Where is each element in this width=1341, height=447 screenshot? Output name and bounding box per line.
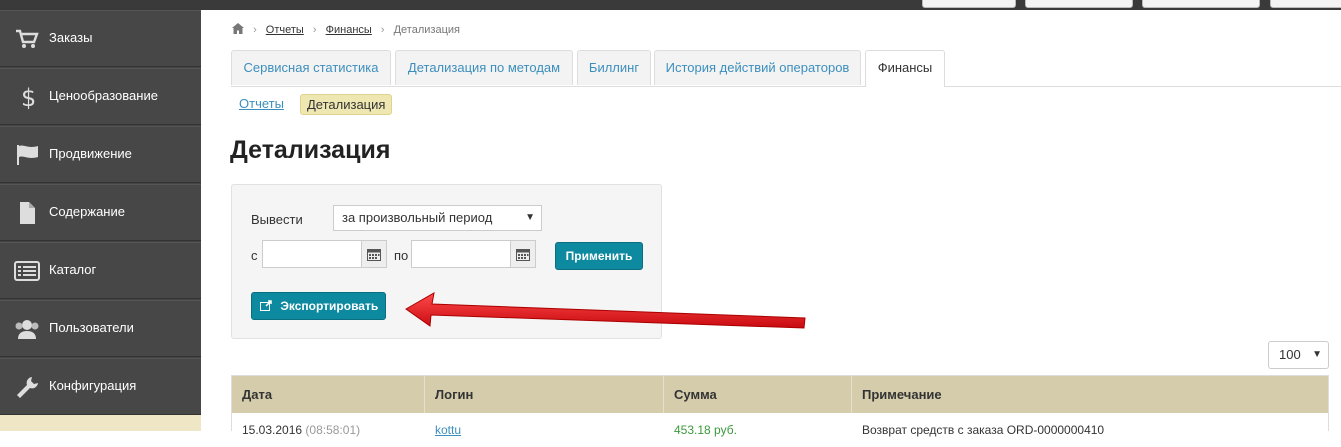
column-header-note[interactable]: Примечание xyxy=(852,376,1328,413)
row-note: Возврат средств с заказа ORD-0000000410 xyxy=(862,423,1105,437)
sidebar-item-label: Каталог xyxy=(49,262,97,277)
calendar-icon[interactable] xyxy=(361,240,387,268)
tab-service-stats[interactable]: Сервисная статистика xyxy=(231,50,391,85)
wrench-icon xyxy=(14,375,40,399)
sidebar-item-label: Пользователи xyxy=(49,320,134,335)
sidebar-item-label: Ценообразование xyxy=(49,88,158,103)
breadcrumb-link-finance[interactable]: Финансы xyxy=(326,24,372,36)
row-time: (08:58:01) xyxy=(305,423,361,437)
apply-button[interactable]: Применить xyxy=(555,242,643,270)
per-page-value: 100 xyxy=(1279,347,1301,362)
sidebar-item-active[interactable] xyxy=(0,415,201,431)
sidebar-item-orders[interactable]: Заказы xyxy=(0,10,201,67)
sidebar-item-label: Продвижение xyxy=(49,146,132,161)
users-icon xyxy=(14,317,40,341)
tab-billing[interactable]: Биллинг xyxy=(577,50,651,85)
period-select[interactable]: за произвольный период ▼ xyxy=(333,205,542,231)
cart-icon xyxy=(14,27,40,51)
row-login-link[interactable]: kottu xyxy=(435,423,461,437)
sidebar-item-configuration[interactable]: Конфигурация xyxy=(0,358,201,415)
chevron-down-icon: ▼ xyxy=(525,212,535,223)
list-icon xyxy=(14,259,40,283)
per-page-select[interactable]: 100 ▼ xyxy=(1268,341,1329,369)
to-label: по xyxy=(394,248,409,263)
sidebar-item-users[interactable]: Пользователи xyxy=(0,300,201,357)
sidebar-item-pricing[interactable]: $ Ценообразование xyxy=(0,68,201,125)
top-bar xyxy=(0,0,1341,10)
top-button[interactable] xyxy=(1025,0,1133,8)
column-header-login[interactable]: Логин xyxy=(425,376,664,413)
finance-table: Дата Логин Сумма Примечание 15.03.2016 (… xyxy=(231,375,1329,437)
subnav-reports-link[interactable]: Отчеты xyxy=(239,96,284,111)
table-cell-date: 15.03.2016 (08:58:01) xyxy=(232,413,425,437)
export-button[interactable]: Экспортировать xyxy=(251,292,386,320)
sidebar-item-label: Содержание xyxy=(49,204,125,219)
sidebar-item-content[interactable]: Содержание xyxy=(0,184,201,241)
sidebar-item-label: Конфигурация xyxy=(49,378,137,393)
table-cell-login: kottu xyxy=(425,413,664,437)
red-arrow-annotation xyxy=(405,292,806,329)
tab-bar: Сервисная статистика Детализация по мето… xyxy=(231,50,1341,87)
date-to-input[interactable] xyxy=(411,240,511,268)
subnav-details-active[interactable]: Детализация xyxy=(300,94,393,115)
breadcrumb-link-reports[interactable]: Отчеты xyxy=(266,24,304,36)
period-select-value: за произвольный период xyxy=(342,210,493,225)
tab-operator-history[interactable]: История действий операторов xyxy=(654,50,861,85)
top-button[interactable] xyxy=(1270,0,1341,8)
table-cell-amount: 453.18 руб. xyxy=(664,413,852,437)
breadcrumb-separator: › xyxy=(253,24,257,36)
row-amount: 453.18 руб. xyxy=(674,423,737,437)
sidebar: Заказы $ Ценообразование Продвижение Сод… xyxy=(0,10,201,431)
sidebar-item-catalog[interactable]: Каталог xyxy=(0,242,201,299)
export-icon xyxy=(260,299,280,313)
breadcrumb-separator: › xyxy=(380,24,385,36)
breadcrumb-separator: › xyxy=(312,24,317,36)
table-cell-note: Возврат средств с заказа ORD-0000000410 xyxy=(852,413,1328,437)
column-header-date[interactable]: Дата xyxy=(232,376,425,413)
from-label: с xyxy=(251,248,258,263)
flag-icon xyxy=(14,143,40,167)
page-title: Детализация xyxy=(230,136,391,164)
top-button[interactable] xyxy=(922,0,1016,8)
calendar-icon[interactable] xyxy=(510,240,536,268)
output-label: Вывести xyxy=(251,212,303,227)
chevron-down-icon: ▼ xyxy=(1312,349,1322,360)
top-button[interactable] xyxy=(1142,0,1260,8)
column-header-amount[interactable]: Сумма xyxy=(664,376,852,413)
breadcrumb: › Отчеты › Финансы › Детализация xyxy=(232,23,460,36)
breadcrumb-current: Детализация xyxy=(393,24,460,36)
dollar-icon: $ xyxy=(14,84,40,112)
home-icon[interactable] xyxy=(232,23,247,36)
document-icon xyxy=(14,201,40,225)
tab-finance[interactable]: Финансы xyxy=(865,50,945,87)
export-button-label: Экспортировать xyxy=(280,299,379,313)
sidebar-item-promotion[interactable]: Продвижение xyxy=(0,126,201,183)
tab-method-details[interactable]: Детализация по методам xyxy=(395,50,573,85)
sidebar-item-label: Заказы xyxy=(49,30,93,45)
row-date: 15.03.2016 xyxy=(242,423,303,437)
svg-text:$: $ xyxy=(21,85,36,109)
date-from-input[interactable] xyxy=(262,240,362,268)
